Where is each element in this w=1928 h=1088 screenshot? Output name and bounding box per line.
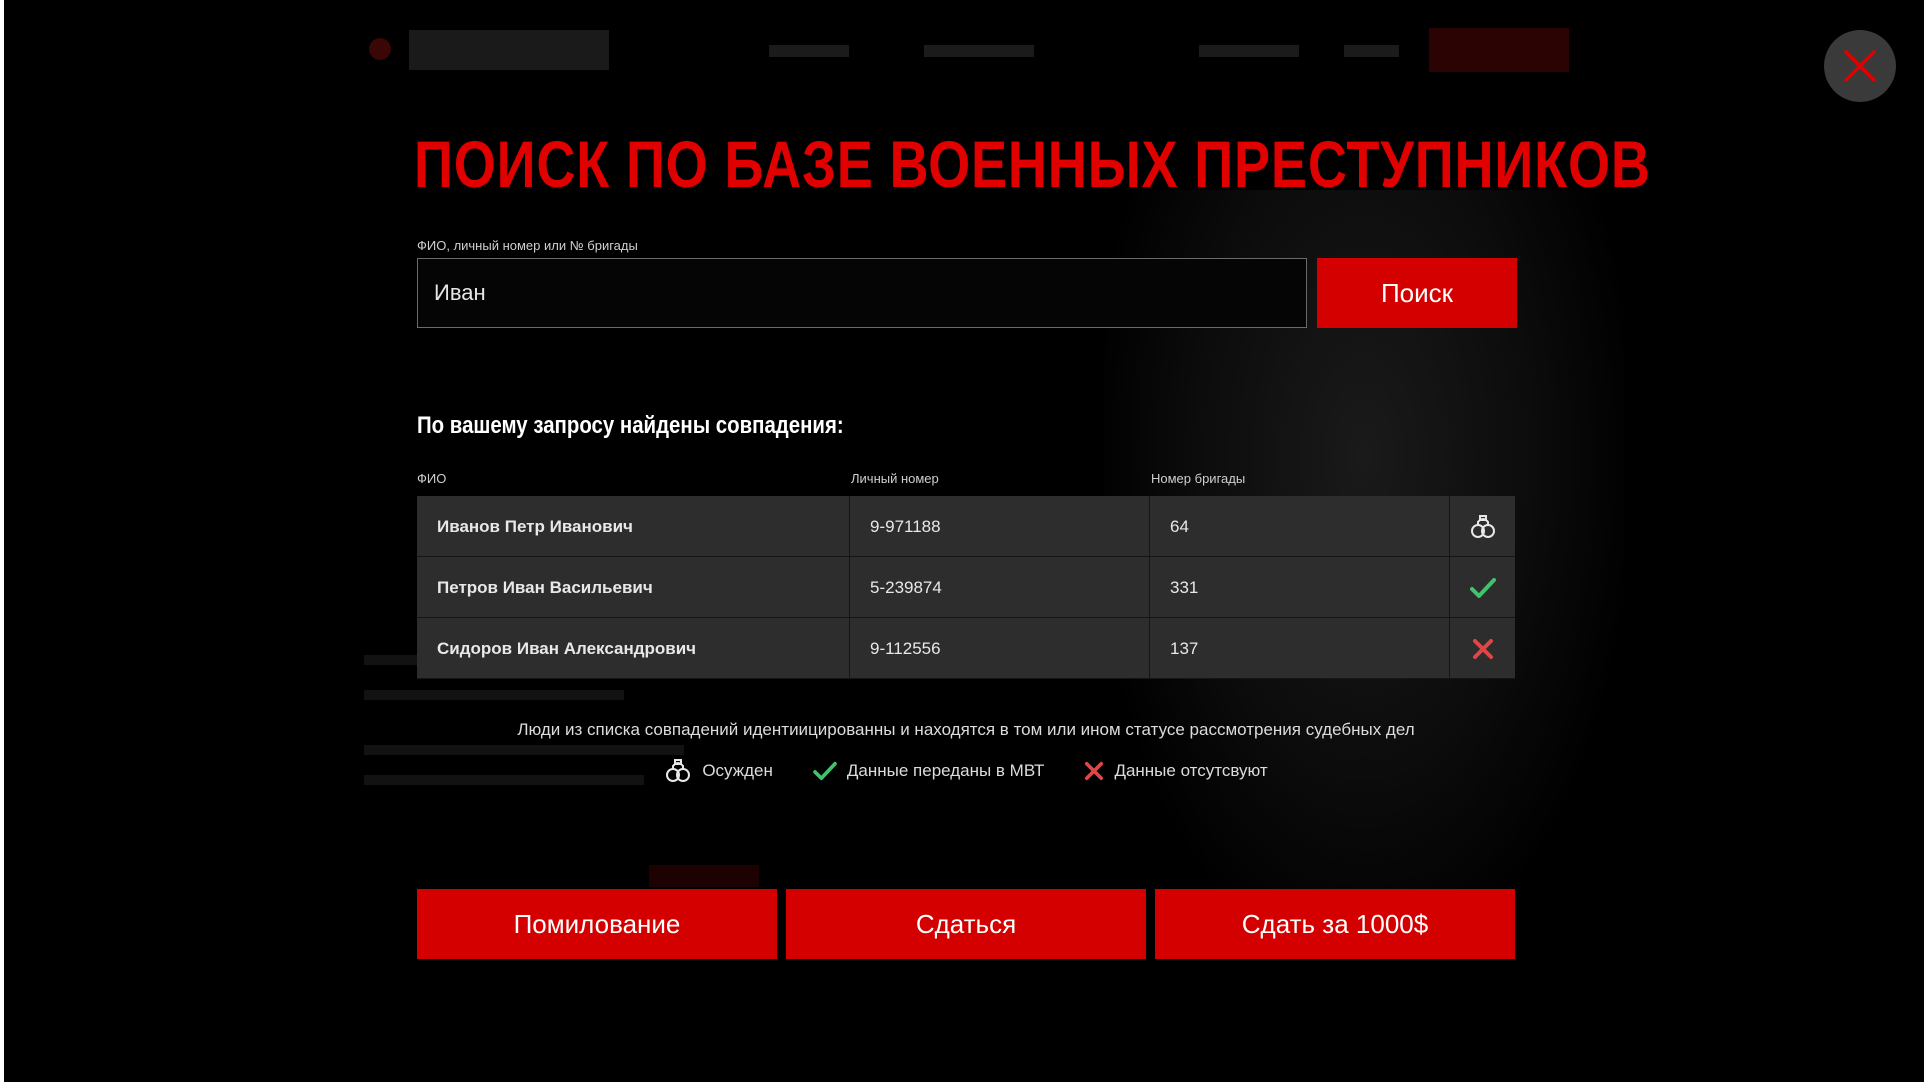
status-legend: Осужден Данные переданы в МВТ Данные отс… <box>417 757 1515 785</box>
pardon-button[interactable]: Помилование <box>417 889 777 959</box>
background-nav-button <box>1429 28 1569 72</box>
results-heading: По вашему запросу найдены совпадения: <box>417 412 844 439</box>
background-logo <box>409 30 609 70</box>
close-icon <box>1844 50 1876 82</box>
cell-name: Иванов Петр Иванович <box>437 517 633 536</box>
background-nav-link <box>1344 45 1399 57</box>
handcuffs-icon <box>1470 514 1495 538</box>
legend-item-transferred: Данные переданы в МВТ <box>813 761 1045 781</box>
check-icon <box>1469 577 1496 598</box>
status-cell <box>1449 557 1515 618</box>
background-nav-link <box>769 45 849 57</box>
modal-overlay: ПОИСК ПО БАЗЕ ВОЕННЫХ ПРЕСТУПНИКОВ ФИО, … <box>4 0 1924 1082</box>
cell-name: Петров Иван Васильевич <box>437 578 653 597</box>
column-header-number: Личный номер <box>851 471 939 486</box>
results-note: Люди из списка совпадений идентиицирован… <box>517 720 1415 739</box>
status-cell <box>1449 496 1515 557</box>
cross-icon <box>1472 638 1493 659</box>
cell-number: 9-112556 <box>849 618 1149 679</box>
check-icon <box>813 761 837 781</box>
table-row[interactable]: Сидоров Иван Александрович 9-112556 137 <box>417 618 1515 679</box>
background-nav-link <box>1199 45 1299 57</box>
background-text-line <box>364 745 684 755</box>
cell-name: Сидоров Иван Александрович <box>437 639 697 658</box>
table-row[interactable]: Петров Иван Васильевич 5-239874 331 <box>417 557 1515 618</box>
surrender-for-money-button[interactable]: Сдать за 1000$ <box>1155 889 1515 959</box>
column-header-name: ФИО <box>417 471 447 486</box>
column-header-brigade: Номер бригады <box>1151 471 1246 486</box>
results-table: Иванов Петр Иванович 9-971188 64 Петров … <box>417 496 1515 679</box>
legend-label: Данные переданы в МВТ <box>846 761 1045 780</box>
close-button[interactable] <box>1824 30 1896 102</box>
cell-number: 9-971188 <box>849 496 1149 557</box>
search-button[interactable]: Поиск <box>1317 258 1517 328</box>
page-title: ПОИСК ПО БАЗЕ ВОЕННЫХ ПРЕСТУПНИКОВ <box>414 127 1651 201</box>
cell-brigade: 331 <box>1149 557 1449 618</box>
legend-label: Осужден <box>702 761 773 780</box>
legend-label: Данные отсутсвуют <box>1114 761 1268 780</box>
search-input[interactable] <box>417 258 1307 328</box>
cross-icon <box>1085 761 1104 781</box>
legend-item-missing: Данные отсутсвуют <box>1084 761 1268 781</box>
cell-brigade: 64 <box>1149 496 1449 557</box>
background-button <box>649 865 759 887</box>
surrender-button[interactable]: Сдаться <box>786 889 1146 959</box>
background-nav-link <box>924 45 1034 57</box>
cell-number: 5-239874 <box>849 557 1149 618</box>
search-field-label: ФИО, личный номер или № бригады <box>417 238 638 253</box>
table-row[interactable]: Иванов Петр Иванович 9-971188 64 <box>417 496 1515 557</box>
background-site-header <box>4 0 1924 100</box>
legend-item-convicted: Осужден <box>664 757 773 785</box>
handcuffs-icon <box>666 759 691 782</box>
cell-brigade: 137 <box>1149 618 1449 679</box>
status-cell <box>1449 618 1515 679</box>
background-text-line <box>364 690 624 700</box>
background-logo-icon <box>369 38 391 60</box>
